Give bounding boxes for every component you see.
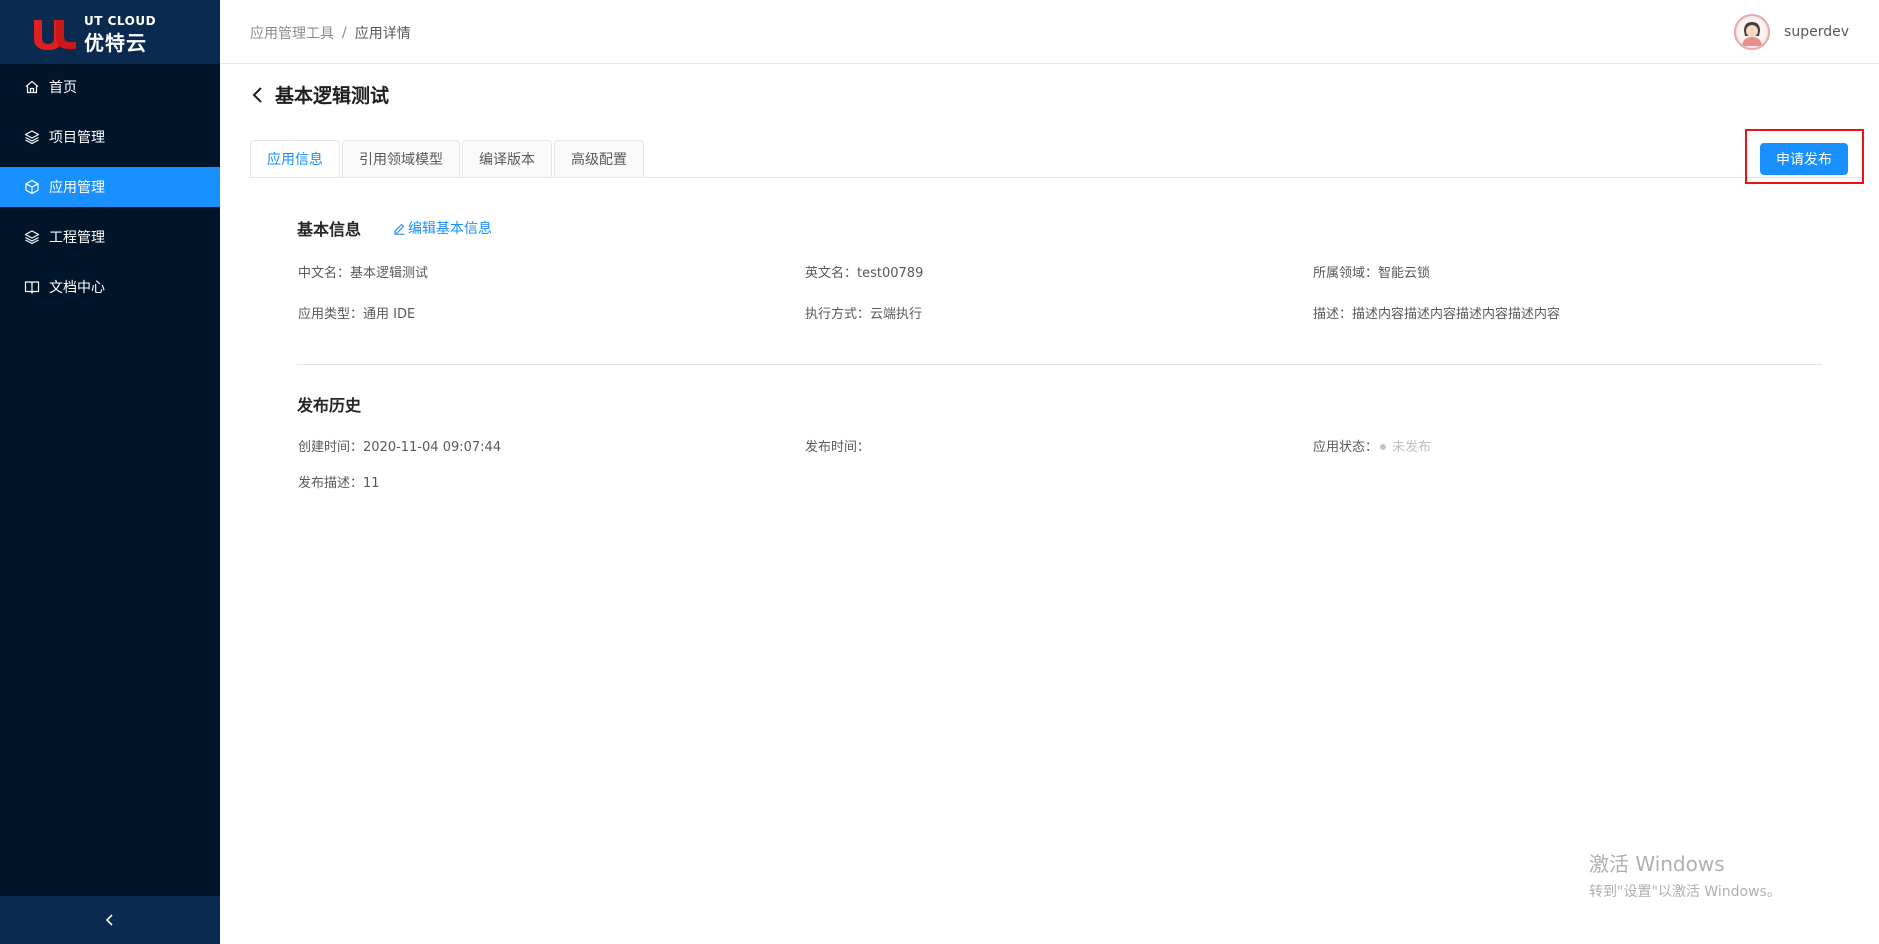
field-label: 创建时间： (298, 440, 364, 455)
home-icon (24, 79, 40, 95)
user-menu[interactable]: superdev (1734, 14, 1849, 50)
layers-icon (24, 229, 40, 245)
top-header: 应用管理工具 / 应用详情 superdev (220, 0, 1879, 64)
sidebar-collapse-button[interactable] (0, 896, 220, 944)
tabs-divider (250, 177, 1865, 178)
field-label: 发布描述： (298, 476, 364, 491)
field-value: 通用 IDE (363, 307, 416, 322)
tab-domain-model[interactable]: 引用领域模型 (342, 140, 460, 178)
section-title-publish-history: 发布历史 (297, 396, 362, 415)
sidebar-item-label: 应用管理 (49, 180, 105, 196)
tab-app-info[interactable]: 应用信息 (250, 140, 340, 178)
sidebar-item-docs[interactable]: 文档中心 (0, 267, 220, 307)
field-value: 描述内容描述内容描述内容描述内容 (1352, 307, 1561, 322)
tab-bar: 应用信息 引用领域模型 编译版本 高级配置 (250, 140, 646, 178)
field-value: 智能云锁 (1378, 266, 1431, 281)
logo-text-cn: 优特云 (84, 31, 147, 55)
tab-compile-version[interactable]: 编译版本 (462, 140, 552, 178)
back-arrow-icon[interactable] (251, 84, 269, 106)
layers-icon (24, 129, 40, 145)
watermark-line2: 转到"设置"以激活 Windows。 (1589, 884, 1781, 900)
sidebar-item-label: 文档中心 (49, 280, 105, 296)
username: superdev (1784, 24, 1849, 40)
edit-pencil-icon (394, 223, 405, 235)
windows-activation-watermark: 激活 Windows 转到"设置"以激活 Windows。 (1589, 848, 1781, 901)
sidebar-item-home[interactable]: 首页 (0, 67, 220, 107)
section-divider (297, 364, 1822, 365)
field-label: 应用类型： (298, 307, 364, 322)
sidebar-item-engineering[interactable]: 工程管理 (0, 217, 220, 257)
status-badge: 未发布 (1392, 440, 1432, 455)
sidebar: UT CLOUD 优特云 首页 项目管理 应用管理 工程管理 文档中心 (0, 0, 220, 944)
page-title: 基本逻辑测试 (275, 85, 390, 107)
book-icon (24, 279, 40, 295)
field-value: test00789 (857, 266, 924, 281)
user-avatar-icon (1738, 18, 1767, 46)
cube-icon (24, 179, 40, 195)
field-label: 中文名： (298, 266, 351, 281)
chevron-left-icon (105, 914, 113, 926)
field-en-name: 英文名：test00789 (805, 262, 923, 281)
ut-logo-icon (34, 20, 76, 50)
field-value: 云端执行 (870, 307, 923, 322)
status-dot-icon (1380, 443, 1387, 450)
edit-link-label: 编辑基本信息 (408, 221, 492, 237)
field-value: 基本逻辑测试 (350, 266, 429, 281)
avatar[interactable] (1734, 14, 1771, 50)
field-value: 2020-11-04 09:07:44 (363, 440, 502, 455)
sidebar-item-label: 项目管理 (49, 130, 105, 146)
field-domain: 所属领域：智能云锁 (1313, 262, 1430, 281)
field-label: 描述： (1313, 307, 1353, 322)
sidebar-item-projects[interactable]: 项目管理 (0, 117, 220, 157)
logo[interactable]: UT CLOUD 优特云 (0, 0, 220, 64)
field-value: 11 (363, 476, 380, 491)
sidebar-item-label: 工程管理 (49, 230, 105, 246)
logo-text-en: UT CLOUD (84, 14, 157, 28)
field-label: 发布时间： (805, 440, 871, 455)
field-label: 执行方式： (805, 307, 871, 322)
field-label: 应用状态： (1313, 440, 1379, 455)
field-description: 描述：描述内容描述内容描述内容描述内容 (1313, 303, 1560, 322)
field-cn-name: 中文名：基本逻辑测试 (298, 262, 428, 281)
breadcrumb: 应用管理工具 / 应用详情 (250, 23, 411, 43)
sidebar-item-apps[interactable]: 应用管理 (0, 167, 220, 207)
field-publish-time: 发布时间： (805, 436, 870, 455)
section-title-basic-info: 基本信息 (297, 220, 362, 239)
tab-advanced-config[interactable]: 高级配置 (554, 140, 644, 178)
field-created-time: 创建时间：2020-11-04 09:07:44 (298, 436, 501, 455)
sidebar-item-label: 首页 (49, 80, 77, 96)
field-app-status: 应用状态： 未发布 (1313, 436, 1431, 455)
watermark-line1: 激活 Windows (1589, 852, 1725, 876)
breadcrumb-item-current: 应用详情 (354, 26, 411, 42)
field-label: 英文名： (805, 266, 858, 281)
page-header: 基本逻辑测试 (251, 81, 389, 108)
field-exec-mode: 执行方式：云端执行 (805, 303, 922, 322)
edit-basic-info-link[interactable]: 编辑基本信息 (393, 218, 492, 238)
breadcrumb-item-tools[interactable]: 应用管理工具 (250, 23, 334, 43)
field-app-type: 应用类型：通用 IDE (298, 303, 415, 322)
request-publish-button[interactable]: 申请发布 (1760, 143, 1848, 175)
field-publish-desc: 发布描述：11 (298, 472, 380, 491)
field-label: 所属领域： (1313, 266, 1379, 281)
breadcrumb-separator: / (342, 25, 347, 41)
